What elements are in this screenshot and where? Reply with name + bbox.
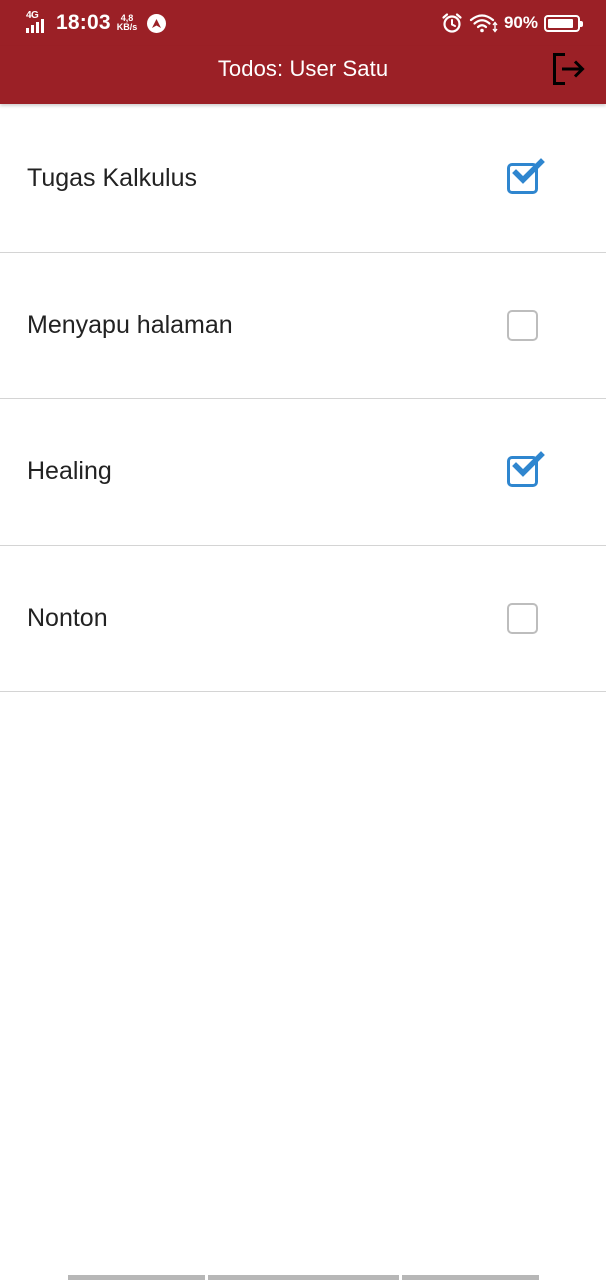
app-bar: Todos: User Satu: [0, 46, 606, 104]
todo-title: Menyapu halaman: [27, 310, 233, 339]
todo-checkbox[interactable]: [501, 451, 545, 493]
todo-checkbox[interactable]: [501, 597, 543, 639]
network-type: 4G: [26, 10, 39, 21]
status-right: 90%: [441, 10, 583, 36]
todo-list: Tugas Kalkulus Menyapu halaman Healing N…: [0, 106, 606, 692]
todo-checkbox[interactable]: [501, 158, 545, 200]
todo-screen: 4G 18:03 4,8 KB/s 90% Todos: User Satu T…: [0, 0, 606, 1280]
todo-title: Nonton: [27, 603, 108, 632]
checkbox-unchecked-icon: [506, 309, 538, 341]
battery-icon: [544, 14, 583, 32]
todo-item[interactable]: Nonton: [0, 546, 606, 692]
todo-checkbox[interactable]: [501, 304, 543, 346]
todo-item[interactable]: Menyapu halaman: [0, 253, 606, 399]
checkbox-checked-icon: [506, 158, 545, 195]
app-bar-title: Todos: User Satu: [217, 56, 389, 81]
todo-title: Healing: [27, 457, 112, 486]
speed-unit: KB/s: [116, 22, 138, 32]
navigation-hint-bar: [68, 1275, 539, 1280]
todo-item[interactable]: Tugas Kalkulus: [0, 106, 606, 253]
battery-percentage: 90%: [503, 13, 538, 32]
logout-button[interactable]: [548, 50, 590, 88]
wifi-icon: [469, 14, 498, 33]
cellular-signal-icon: 4G: [26, 11, 48, 35]
status-bar: 4G 18:03 4,8 KB/s 90%: [0, 0, 606, 46]
checkbox-checked-icon: [506, 451, 545, 488]
logout-icon: [553, 53, 585, 85]
network-speed: 4,8 KB/s: [117, 14, 138, 32]
status-left: 4G 18:03 4,8 KB/s: [26, 10, 167, 36]
todo-item[interactable]: Healing: [0, 399, 606, 546]
todo-title: Tugas Kalkulus: [27, 164, 197, 193]
checkbox-unchecked-icon: [506, 602, 538, 634]
clock-time: 18:03: [56, 11, 111, 34]
navigation-app-icon: [147, 13, 167, 33]
alarm-icon: [442, 13, 462, 33]
